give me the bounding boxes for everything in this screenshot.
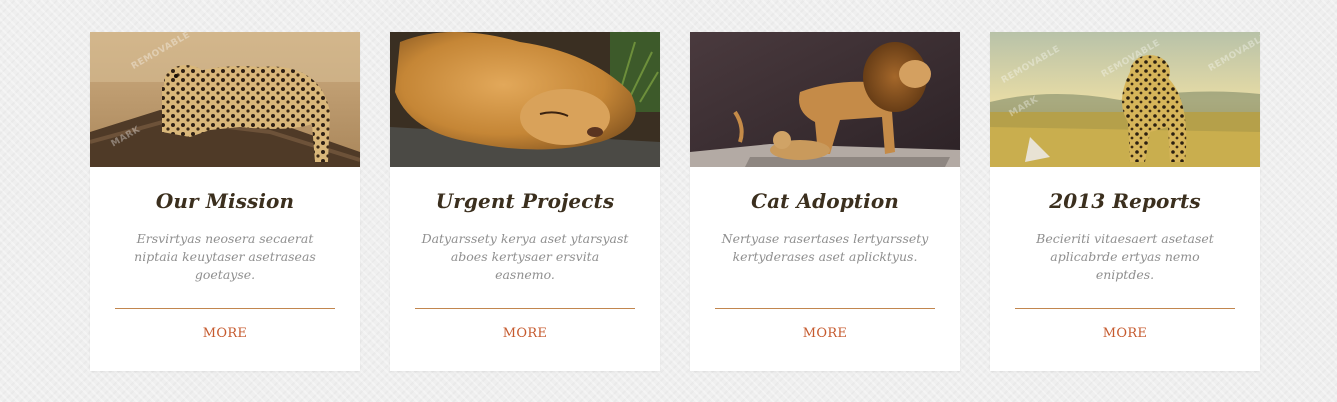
card-title: Cat Adoption (751, 189, 899, 213)
card-divider (1015, 308, 1235, 309)
card-urgent-projects: Urgent Projects Datyarssety kerya aset y… (390, 32, 660, 371)
card-title: Our Mission (155, 189, 295, 213)
lioness-image[interactable] (390, 32, 660, 167)
card-description: Nertyase rasertases lertyarssety kertyde… (721, 231, 929, 264)
card-our-mission: REMOVABLE MARK Our Mission Ersvirtyas ne… (90, 32, 360, 371)
cheetah-image[interactable]: REMOVABLE REMOVABLE REMOVABLE MARK (990, 32, 1260, 167)
leopard-image[interactable]: REMOVABLE MARK (90, 32, 360, 167)
card-title: 2013 Reports (1049, 189, 1201, 213)
card-cat-adoption: Cat Adoption Nertyase rasertases lertyar… (690, 32, 960, 371)
card-description: Datyarssety kerya aset ytarsyast aboes k… (421, 231, 629, 282)
more-link[interactable]: MORE (990, 326, 1260, 341)
card-description: Becieriti vitaesaert asetaset aplicabrde… (1036, 231, 1214, 282)
card-divider (115, 308, 335, 309)
card-title: Urgent Projects (435, 189, 615, 213)
more-link[interactable]: MORE (690, 326, 960, 341)
card-divider (415, 308, 635, 309)
more-link[interactable]: MORE (90, 326, 360, 341)
more-link[interactable]: MORE (390, 326, 660, 341)
feature-cards: REMOVABLE MARK Our Mission Ersvirtyas ne… (90, 32, 1260, 371)
card-divider (715, 308, 935, 309)
lion-image[interactable] (690, 32, 960, 167)
card-2013-reports: REMOVABLE REMOVABLE REMOVABLE MARK 2013 … (990, 32, 1260, 371)
card-description: Ersvirtyas neosera secaerat niptaia keuy… (134, 231, 316, 282)
